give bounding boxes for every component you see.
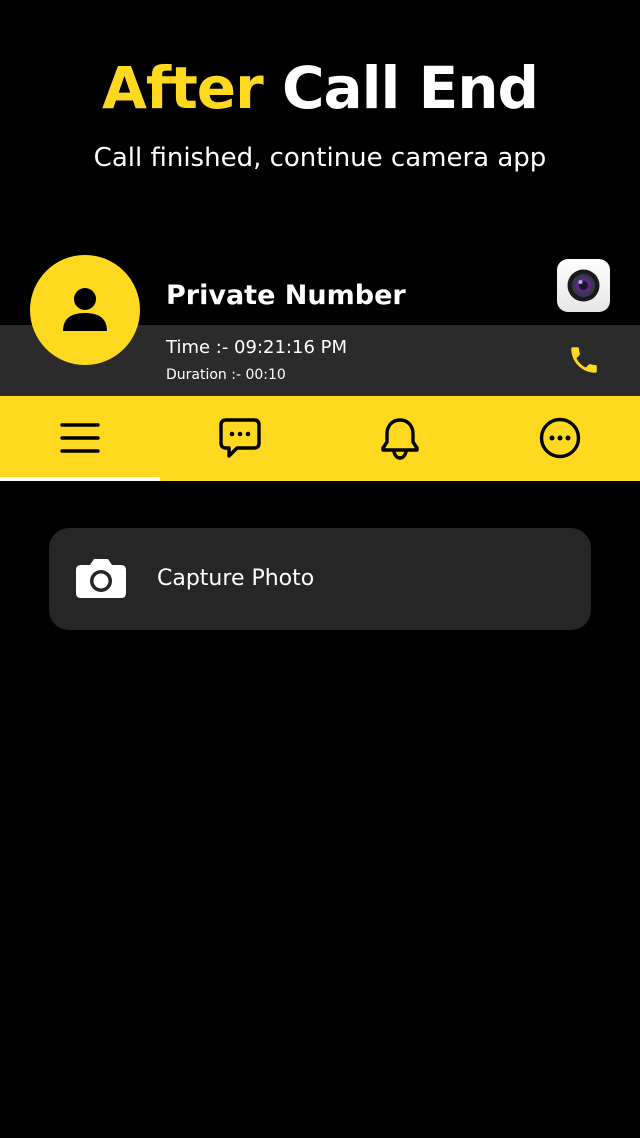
- capture-photo-button[interactable]: Capture Photo: [49, 528, 591, 630]
- title-rest: Call End: [281, 54, 539, 122]
- phone-icon: [571, 347, 597, 373]
- menu-icon: [60, 423, 100, 453]
- message-icon: [219, 418, 261, 458]
- call-back-button[interactable]: [562, 338, 606, 382]
- call-time: Time :- 09:21:16 PM: [166, 337, 348, 358]
- camera-icon: [76, 559, 126, 598]
- caller-avatar: [30, 255, 140, 365]
- person-icon: [63, 288, 107, 331]
- more-icon: [539, 417, 581, 459]
- call-duration: Duration :- 00:10: [166, 367, 286, 383]
- caller-name: Private Number: [166, 280, 406, 311]
- tab-notifications[interactable]: [320, 396, 480, 481]
- tab-more[interactable]: [480, 396, 640, 481]
- tab-menu[interactable]: [0, 396, 160, 481]
- selected-tab-indicator: [0, 477, 160, 481]
- tab-messages[interactable]: [160, 396, 320, 481]
- bell-icon: [381, 418, 419, 460]
- camera-app-button[interactable]: [557, 259, 610, 312]
- page-subtitle: Call finished, continue camera app: [93, 143, 547, 173]
- tab-bar: [0, 396, 640, 481]
- page-title: After Call End: [0, 52, 640, 124]
- camera-lens-icon: [567, 269, 600, 302]
- capture-photo-label: Capture Photo: [157, 566, 315, 591]
- title-accent: After: [101, 54, 264, 122]
